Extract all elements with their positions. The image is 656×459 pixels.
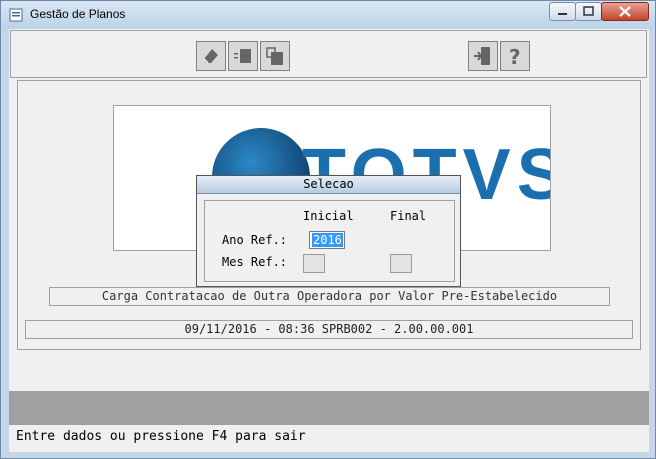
minimize-button[interactable] bbox=[549, 2, 576, 21]
paste-button[interactable] bbox=[260, 41, 290, 71]
mes-ref-final-input[interactable] bbox=[390, 254, 412, 273]
help-button[interactable]: ? bbox=[500, 41, 530, 71]
toolbar: ? bbox=[10, 30, 647, 78]
help-icon: ? bbox=[509, 45, 521, 67]
maximize-button[interactable] bbox=[575, 2, 602, 21]
column-final-header: Final bbox=[390, 209, 427, 223]
minimize-icon bbox=[558, 13, 567, 15]
app-window: Gestão de Planos ? Carga Contratacao de … bbox=[0, 0, 656, 459]
svg-text:?: ? bbox=[509, 45, 521, 67]
dialog-body: Inicial Final Ano Ref.: 2016 Mes Ref.: bbox=[204, 200, 455, 282]
mes-ref-inicial-input[interactable] bbox=[303, 254, 325, 273]
maximize-icon bbox=[583, 6, 594, 16]
mes-ref-label: Mes Ref.: bbox=[222, 255, 288, 269]
app-icon bbox=[9, 8, 23, 22]
ano-ref-inicial-input[interactable]: 2016 bbox=[309, 231, 345, 249]
list-button[interactable] bbox=[228, 41, 258, 71]
title-bar[interactable]: Gestão de Planos bbox=[1, 1, 655, 29]
status-bar: Entre dados ou pressione F4 para sair bbox=[9, 426, 649, 448]
dialog-title[interactable]: Selecao bbox=[197, 176, 460, 194]
ano-ref-label: Ano Ref.: bbox=[222, 233, 288, 247]
routine-description: Carga Contratacao de Outra Operadora por… bbox=[49, 287, 610, 306]
selection-dialog: Selecao Inicial Final Ano Ref.: 2016 Mes… bbox=[196, 175, 461, 287]
list-icon bbox=[234, 49, 251, 63]
clear-button[interactable] bbox=[196, 41, 226, 71]
eraser-icon bbox=[203, 49, 218, 64]
exit-button[interactable] bbox=[468, 41, 498, 71]
message-band bbox=[9, 391, 649, 425]
clipboard-icon bbox=[266, 47, 283, 65]
close-icon bbox=[619, 6, 631, 17]
window-title: Gestão de Planos bbox=[30, 7, 126, 21]
ano-ref-inicial-value: 2016 bbox=[312, 233, 343, 247]
close-button[interactable] bbox=[601, 2, 649, 21]
exit-door-icon bbox=[474, 47, 490, 65]
routine-info: 09/11/2016 - 08:36 SPRB002 - 2.00.00.001 bbox=[25, 320, 633, 339]
column-inicial-header: Inicial bbox=[303, 209, 354, 223]
